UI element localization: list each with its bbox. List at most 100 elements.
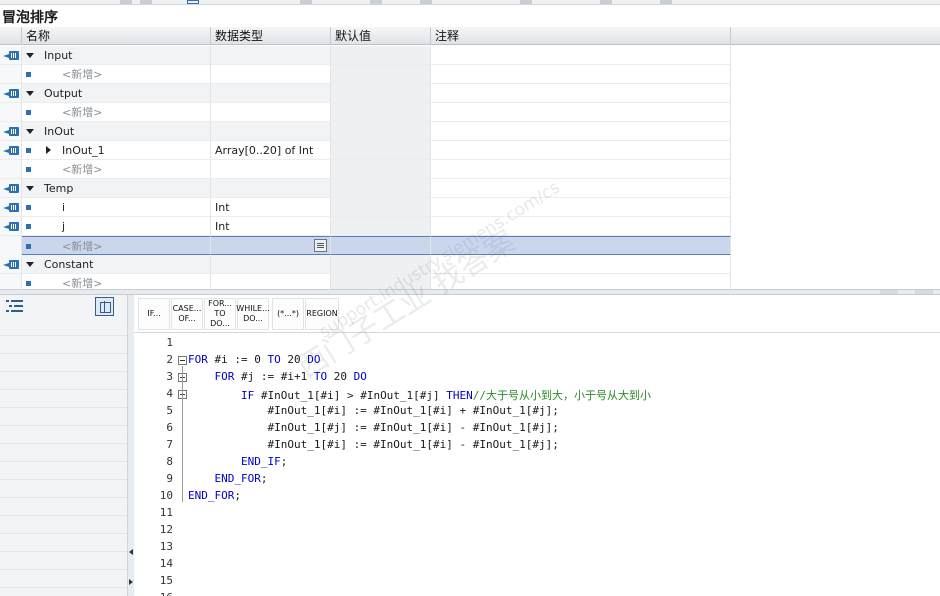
collapse-triangle-icon[interactable] <box>26 262 34 267</box>
comment-cell[interactable] <box>431 103 731 122</box>
name-cell[interactable]: Output <box>22 84 211 103</box>
add-new-row[interactable]: <新增> <box>0 160 940 179</box>
comment-cell[interactable] <box>431 255 731 274</box>
collapse-triangle-icon[interactable] <box>26 129 34 134</box>
toolbar-button[interactable] <box>520 0 532 4</box>
default-value-cell[interactable] <box>331 179 431 198</box>
code-line[interactable]: END_FOR; <box>188 489 241 502</box>
section-row[interactable]: Temp <box>0 179 940 198</box>
toolbar-button[interactable] <box>187 0 199 4</box>
code-line[interactable]: IF #InOut_1[#i] > #InOut_1[#j] THEN//大于号… <box>188 387 651 403</box>
add-new-row[interactable]: <新增> <box>0 236 940 255</box>
datatype-cell[interactable] <box>211 65 331 84</box>
default-value-cell[interactable] <box>331 274 431 289</box>
variable-row[interactable]: InOut_1 Array[0..20] of Int <box>0 141 940 160</box>
name-cell[interactable]: Constant <box>22 255 211 274</box>
code-line[interactable]: FOR #j := #i+1 TO 20 DO <box>188 370 367 383</box>
comment-cell[interactable] <box>431 198 731 217</box>
datatype-cell[interactable]: Int <box>211 217 331 236</box>
comment-cell[interactable] <box>431 122 731 141</box>
section-row[interactable]: Constant <box>0 255 940 274</box>
comment-cell[interactable] <box>431 65 731 84</box>
expand-triangle-icon[interactable] <box>46 146 51 154</box>
list-indent-icon[interactable] <box>6 299 24 313</box>
for-to-do-button[interactable]: FOR... TO DO... <box>204 298 236 330</box>
datatype-cell[interactable]: Int <box>211 198 331 217</box>
name-cell[interactable]: <新增> <box>22 160 211 179</box>
comment-cell[interactable] <box>431 84 731 103</box>
fold-toggle-icon[interactable] <box>178 356 187 365</box>
name-cell[interactable]: <新增> <box>22 274 211 289</box>
datatype-cell[interactable] <box>211 255 331 274</box>
comment-cell[interactable] <box>431 217 731 236</box>
if-button[interactable]: IF... <box>138 298 170 330</box>
scl-code-editor[interactable]: 12345678910111213141516 FOR #i := 0 TO 2… <box>134 334 940 596</box>
comment-cell[interactable] <box>431 236 731 255</box>
add-new-row[interactable]: <新增> <box>0 274 940 289</box>
datatype-cell[interactable] <box>211 179 331 198</box>
header-name[interactable]: 名称 <box>22 27 211 45</box>
default-value-cell[interactable] <box>331 103 431 122</box>
name-cell[interactable]: Input <box>22 46 211 65</box>
name-cell[interactable]: <新增> <box>22 65 211 84</box>
toolbar-button[interactable] <box>370 0 382 4</box>
header-datatype[interactable]: 数据类型 <box>211 27 331 45</box>
datatype-cell[interactable] <box>211 122 331 141</box>
datatype-cell[interactable]: Array[0..20] of Int <box>211 141 331 160</box>
while-do-button[interactable]: WHILE... DO... <box>236 298 270 330</box>
comment-cell[interactable] <box>431 179 731 198</box>
name-cell[interactable]: Temp <box>22 179 211 198</box>
default-value-cell[interactable] <box>331 84 431 103</box>
default-value-cell[interactable] <box>331 141 431 160</box>
name-cell[interactable]: InOut_1 <box>22 141 211 160</box>
comment-cell[interactable] <box>431 274 731 289</box>
default-value-cell[interactable] <box>331 217 431 236</box>
variable-row[interactable]: j Int <box>0 217 940 236</box>
scroll-right-arrow-icon[interactable] <box>129 579 133 585</box>
code-line[interactable]: END_FOR; <box>188 472 268 485</box>
collapse-triangle-icon[interactable] <box>26 53 34 58</box>
comment-cell[interactable] <box>431 160 731 179</box>
datatype-cell[interactable] <box>211 160 331 179</box>
default-value-cell[interactable] <box>331 198 431 217</box>
code-line[interactable]: #InOut_1[#j] := #InOut_1[#i] - #InOut_1[… <box>188 421 558 434</box>
toolbar-button[interactable] <box>140 0 152 4</box>
datatype-picker-button[interactable] <box>314 239 327 252</box>
default-value-cell[interactable] <box>331 46 431 65</box>
collapse-up-arrow[interactable] <box>880 290 898 294</box>
comment-button[interactable]: (*...*) <box>272 298 304 330</box>
header-default[interactable]: 默认值 <box>331 27 431 45</box>
datatype-cell[interactable] <box>211 103 331 122</box>
section-row[interactable]: InOut <box>0 122 940 141</box>
toolbar-button[interactable] <box>300 0 312 4</box>
datatype-cell[interactable] <box>211 46 331 65</box>
scroll-left-arrow-icon[interactable] <box>129 549 133 555</box>
default-value-cell[interactable] <box>331 255 431 274</box>
code-line[interactable]: END_IF; <box>188 455 287 468</box>
default-value-cell[interactable] <box>331 236 431 255</box>
add-new-row[interactable]: <新增> <box>0 65 940 84</box>
code-line[interactable]: #InOut_1[#i] := #InOut_1[#i] - #InOut_1[… <box>188 438 558 451</box>
toolbar-button[interactable] <box>120 0 132 4</box>
name-cell[interactable]: j <box>22 217 211 236</box>
add-new-row[interactable]: <新增> <box>0 103 940 122</box>
case-of-button[interactable]: CASE... OF... <box>171 298 203 330</box>
comment-cell[interactable] <box>431 141 731 160</box>
default-value-cell[interactable] <box>331 160 431 179</box>
name-cell[interactable]: i <box>22 198 211 217</box>
datatype-cell[interactable] <box>211 274 331 289</box>
section-row[interactable]: Input <box>0 46 940 65</box>
toolbar-button[interactable] <box>420 0 432 4</box>
datatype-cell[interactable] <box>211 236 331 255</box>
region-button[interactable]: REGION <box>305 298 339 330</box>
toolbar-button[interactable] <box>600 0 612 4</box>
comment-cell[interactable] <box>431 46 731 65</box>
collapse-triangle-icon[interactable] <box>26 186 34 191</box>
default-value-cell[interactable] <box>331 65 431 84</box>
toolbar-button[interactable] <box>660 0 672 4</box>
name-cell[interactable]: InOut <box>22 122 211 141</box>
default-value-cell[interactable] <box>331 122 431 141</box>
datatype-cell[interactable] <box>211 84 331 103</box>
toggle-panel-button[interactable] <box>95 297 114 316</box>
collapse-down-arrow[interactable] <box>915 290 933 294</box>
